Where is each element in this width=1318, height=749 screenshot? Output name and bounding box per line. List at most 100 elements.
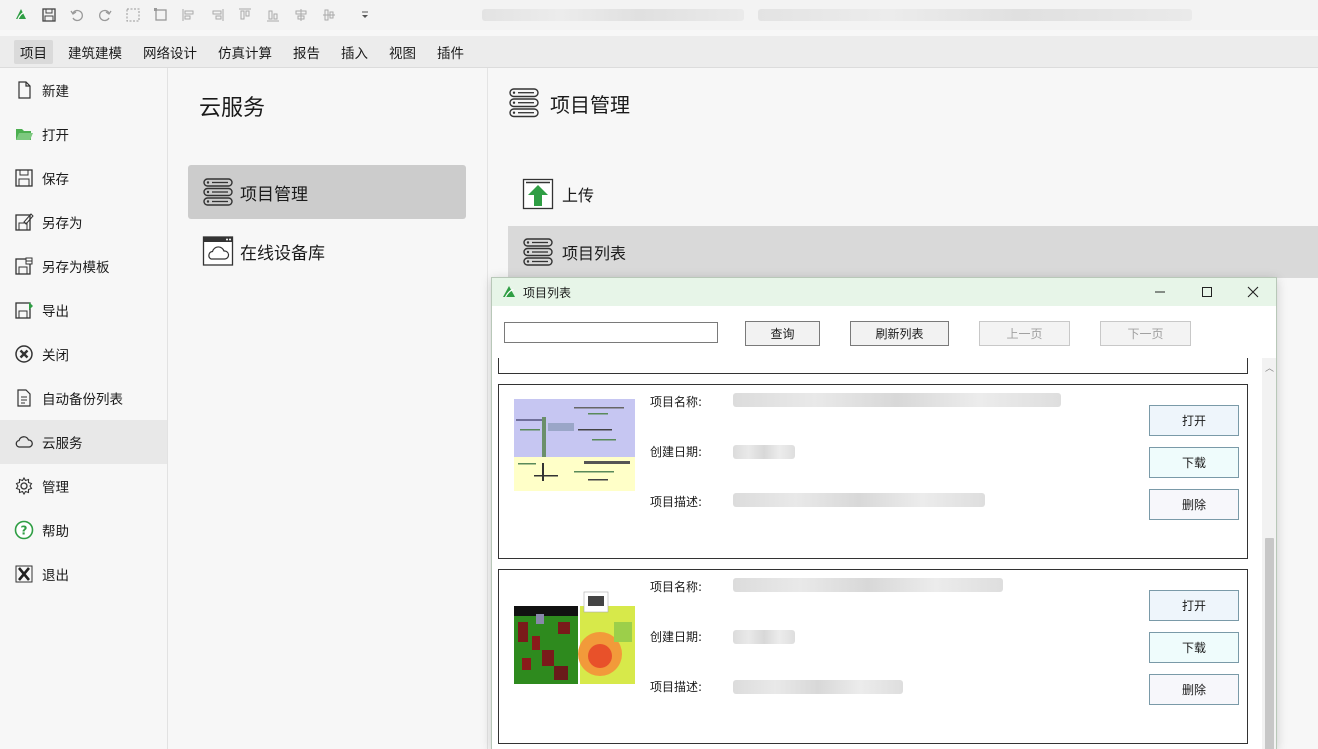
align-left-icon[interactable] <box>178 4 200 26</box>
maximize-button[interactable] <box>1184 278 1230 306</box>
select-box-icon[interactable] <box>150 4 172 26</box>
sidebar-item-manage[interactable]: 管理 <box>0 464 167 508</box>
select-region-icon[interactable] <box>122 4 144 26</box>
align-top-icon[interactable] <box>234 4 256 26</box>
sidebar-item-new[interactable]: 新建 <box>0 68 167 112</box>
save-as-icon <box>13 211 35 233</box>
menu-insert[interactable]: 插入 <box>335 40 374 64</box>
list-scrollbar[interactable]: ︿ <box>1262 358 1276 749</box>
create-date-obscured <box>733 445 795 459</box>
new-file-icon <box>13 79 35 101</box>
prev-page-button[interactable]: 上一页 <box>979 321 1070 346</box>
menu-network-design[interactable]: 网络设计 <box>137 40 203 64</box>
menu-simulation[interactable]: 仿真计算 <box>212 40 278 64</box>
save-icon <box>13 167 35 189</box>
align-right-icon[interactable] <box>206 4 228 26</box>
project-card: 项目名称: 创建日期: 项目描述: 打开 下载 删除 <box>498 384 1248 559</box>
sidebar-item-label: 导出 <box>42 304 69 320</box>
search-input[interactable] <box>504 322 718 343</box>
next-page-button[interactable]: 下一页 <box>1100 321 1191 346</box>
server-list-icon <box>203 178 233 206</box>
title-bar <box>0 0 1318 30</box>
redo-icon[interactable] <box>94 4 116 26</box>
sidebar-item-label: 另存为 <box>42 216 83 232</box>
delete-button[interactable]: 删除 <box>1149 674 1239 705</box>
close-circle-icon <box>13 343 35 365</box>
svg-text:?: ? <box>21 524 28 538</box>
server-list-icon <box>509 88 539 118</box>
delete-button[interactable]: 删除 <box>1149 489 1239 520</box>
list-item <box>498 358 1248 374</box>
sidebar-item-label: 自动备份列表 <box>42 392 123 408</box>
sidebar-item-label: 云服务 <box>42 436 83 452</box>
refresh-list-button[interactable]: 刷新列表 <box>850 321 949 346</box>
nav-online-device-library[interactable]: 在线设备库 <box>188 224 466 278</box>
menu-report[interactable]: 报告 <box>287 40 326 64</box>
menu-view[interactable]: 视图 <box>383 40 422 64</box>
minimize-button[interactable] <box>1137 278 1183 306</box>
download-button[interactable]: 下载 <box>1149 632 1239 663</box>
panel-title: 云服务 <box>199 96 266 121</box>
action-upload[interactable]: 上传 <box>508 168 1318 220</box>
action-label: 上传 <box>562 186 595 205</box>
project-thumbnail <box>514 591 635 684</box>
sidebar-item-save-as[interactable]: 另存为 <box>0 200 167 244</box>
close-button[interactable] <box>1230 278 1276 306</box>
create-date-obscured <box>733 630 795 644</box>
scroll-up-icon[interactable]: ︿ <box>1265 361 1274 374</box>
download-button[interactable]: 下载 <box>1149 447 1239 478</box>
project-list: 项目名称: 创建日期: 项目描述: 打开 下载 删除 项目名称: 创建日期: 项… <box>492 358 1262 749</box>
description-label: 项目描述: <box>650 680 703 694</box>
action-project-list[interactable]: 项目列表 <box>508 226 1318 278</box>
menu-project[interactable]: 项目 <box>14 39 53 64</box>
sidebar-item-close[interactable]: 关闭 <box>0 332 167 376</box>
gear-icon <box>13 475 35 497</box>
sidebar-item-save-as-template[interactable]: 另存为模板 <box>0 244 167 288</box>
server-list-icon <box>523 238 553 266</box>
menu-bar: 项目 建筑建模 网络设计 仿真计算 报告 插入 视图 插件 <box>0 36 1318 68</box>
align-center-v-icon[interactable] <box>318 4 340 26</box>
undo-icon[interactable] <box>66 4 88 26</box>
description-label: 项目描述: <box>650 495 703 509</box>
align-bottom-icon[interactable] <box>262 4 284 26</box>
description-obscured <box>733 493 985 507</box>
sidebar-item-export[interactable]: 导出 <box>0 288 167 332</box>
close-icon <box>1247 286 1259 298</box>
sidebar-item-label: 新建 <box>42 84 69 100</box>
sidebar-item-open[interactable]: 打开 <box>0 112 167 156</box>
backstage-sidebar: 新建 打开 保存 另存为 另存为模板 导出 关闭 自动备份列表 云服务 管理 ?… <box>0 68 168 749</box>
menu-building-modeling[interactable]: 建筑建模 <box>62 40 128 64</box>
dialog-title-bar[interactable]: 项目列表 <box>492 278 1276 306</box>
open-button[interactable]: 打开 <box>1149 590 1239 621</box>
project-name-obscured <box>733 578 1003 592</box>
export-icon <box>13 299 35 321</box>
sidebar-item-label: 管理 <box>42 480 69 496</box>
project-name-obscured <box>733 393 1061 407</box>
customize-toolbar-icon[interactable] <box>354 4 376 26</box>
nav-label: 在线设备库 <box>240 243 325 264</box>
sidebar-item-exit[interactable]: 退出 <box>0 552 167 596</box>
dialog-title: 项目列表 <box>523 285 572 300</box>
nav-project-management[interactable]: 项目管理 <box>188 165 466 219</box>
project-list-dialog: 项目列表 查询 刷新列表 上一页 下一页 项目名称: 创建日期: 项目描述: 打… <box>491 277 1277 749</box>
sidebar-item-save[interactable]: 保存 <box>0 156 167 200</box>
create-date-label: 创建日期: <box>650 630 703 644</box>
menu-plugins[interactable]: 插件 <box>431 40 470 64</box>
sidebar-item-label: 退出 <box>42 568 69 584</box>
action-label: 项目列表 <box>562 244 627 263</box>
sidebar-item-backup-list[interactable]: 自动备份列表 <box>0 376 167 420</box>
upload-arrow-icon <box>522 178 554 210</box>
query-button[interactable]: 查询 <box>745 321 820 346</box>
cloud-service-panel: 云服务 项目管理 在线设备库 <box>168 68 488 749</box>
sidebar-item-help[interactable]: ? 帮助 <box>0 508 167 552</box>
align-center-h-icon[interactable] <box>290 4 312 26</box>
open-button[interactable]: 打开 <box>1149 405 1239 436</box>
window-path-obscured <box>758 9 1192 21</box>
help-icon: ? <box>13 519 35 541</box>
panel-header: 项目管理 <box>508 86 630 120</box>
scroll-thumb[interactable] <box>1265 538 1274 749</box>
project-name-label: 项目名称: <box>650 580 703 594</box>
create-date-label: 创建日期: <box>650 445 703 459</box>
save-icon[interactable] <box>38 4 60 26</box>
sidebar-item-cloud-service[interactable]: 云服务 <box>0 420 167 464</box>
